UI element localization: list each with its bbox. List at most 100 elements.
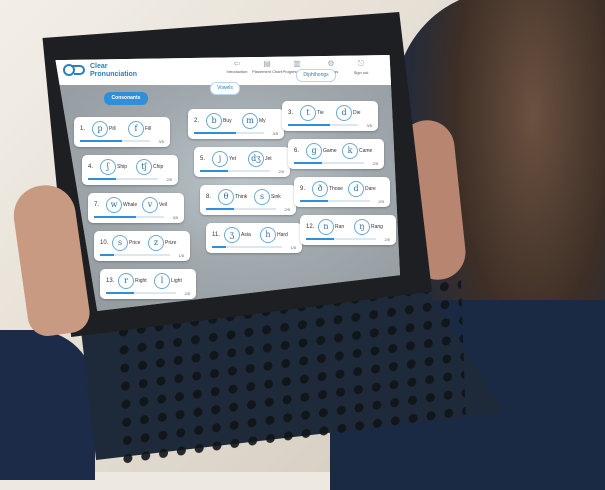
progress-bar: [288, 124, 358, 126]
sound-card[interactable]: 4. ʃ Ship tʃ Chip 2/5: [82, 155, 178, 185]
progress-fill: [300, 200, 328, 202]
progress-score: 3/5: [366, 123, 372, 128]
phoneme-symbol-button[interactable]: ð: [312, 181, 328, 197]
word-label: Asia: [241, 232, 251, 238]
phoneme-symbol-button[interactable]: l: [154, 273, 170, 289]
progress-fill: [80, 140, 122, 142]
card-number: 11.: [212, 232, 220, 238]
word-label: Die: [353, 110, 361, 116]
progress-fill: [100, 254, 114, 256]
word-label: Jet: [265, 156, 272, 162]
tab-consonants[interactable]: Consonants: [104, 92, 148, 105]
person-left-arm: [0, 330, 95, 480]
sound-card[interactable]: 3. t Tie d Die 3/5: [282, 101, 378, 131]
phoneme-symbol-button[interactable]: b: [206, 113, 222, 129]
progress-score: 2/5: [166, 177, 172, 182]
sound-card[interactable]: 13. r Right l Light 2/5: [100, 269, 196, 299]
phoneme-symbol-button[interactable]: dʒ: [248, 151, 264, 167]
phoneme-symbol-button[interactable]: ʒ: [224, 227, 240, 243]
phoneme-symbol-button[interactable]: t: [300, 105, 316, 121]
word-label: Pill: [109, 126, 116, 132]
sound-card[interactable]: 5. j Yet dʒ Jet 2/5: [194, 147, 290, 177]
phoneme-symbol-button[interactable]: r: [118, 273, 134, 289]
phoneme-symbol-button[interactable]: d: [348, 181, 364, 197]
phoneme-symbol-button[interactable]: j: [212, 151, 228, 167]
tab-diphthongs[interactable]: Diphthongs: [296, 69, 336, 82]
phoneme-symbol-button[interactable]: ʃ: [100, 159, 116, 175]
progress-fill: [106, 292, 134, 294]
word-label: Tie: [317, 110, 324, 116]
phoneme-symbol-button[interactable]: θ: [218, 189, 234, 205]
progress-fill: [294, 162, 322, 164]
sound-card[interactable]: 11. ʒ Asia h Hard 1/5: [206, 223, 302, 253]
progress-bar: [100, 254, 170, 256]
chart-icon: ▥: [293, 59, 301, 68]
word-label: Sink: [271, 194, 281, 200]
progress-score: 2/5: [284, 207, 290, 212]
word-label: Dare: [365, 186, 376, 192]
phoneme-symbol-button[interactable]: m: [242, 113, 258, 129]
nav-introduction[interactable]: ⇦ Introduction: [220, 59, 254, 74]
phoneme-symbol-button[interactable]: n: [318, 219, 334, 235]
word-label: Rang: [371, 224, 383, 230]
word-label: Fill: [145, 126, 152, 132]
card-number: 4.: [88, 164, 94, 170]
app-header: Clear Pronunciation ⇦ Introduction ▤ Pla…: [55, 55, 400, 85]
card-number: 2.: [194, 118, 200, 124]
sound-card[interactable]: 8. θ Think s Sink 2/5: [200, 185, 296, 215]
phoneme-symbol-button[interactable]: k: [342, 143, 358, 159]
word-label: My: [259, 118, 266, 124]
progress-score: 3/5: [172, 215, 178, 220]
sound-card[interactable]: 2. b Buy m My 3/5: [188, 109, 284, 139]
nav-label: Placement Chart: [252, 69, 282, 74]
phoneme-symbol-button[interactable]: p: [92, 121, 108, 137]
progress-bar: [80, 140, 150, 142]
word-label: Hard: [277, 232, 288, 238]
phoneme-symbol-button[interactable]: f: [128, 121, 144, 137]
progress-bar: [194, 132, 264, 134]
word-label: Chip: [153, 164, 164, 170]
card-number: 7.: [94, 202, 100, 208]
progress-score: 3/5: [272, 131, 278, 136]
document-icon: ▤: [263, 59, 271, 68]
progress-score: 3/5: [158, 139, 164, 144]
progress-fill: [212, 246, 226, 248]
phoneme-symbol-button[interactable]: w: [106, 197, 122, 213]
nav-sign-out[interactable]: ⎋ Sign out: [344, 59, 378, 75]
word-label: Came: [359, 148, 373, 154]
word-label: Right: [135, 278, 147, 284]
progress-bar: [212, 246, 282, 248]
phoneme-symbol-button[interactable]: d: [336, 105, 352, 121]
phoneme-symbol-button[interactable]: h: [260, 227, 276, 243]
progress-fill: [288, 124, 330, 126]
progress-fill: [88, 178, 116, 180]
phoneme-symbol-button[interactable]: g: [306, 143, 322, 159]
card-number: 10.: [100, 240, 109, 246]
tab-vowels[interactable]: Vowels: [210, 82, 240, 95]
word-label: Buy: [223, 118, 232, 124]
word-label: Ran: [335, 224, 345, 230]
phoneme-symbol-button[interactable]: s: [112, 235, 128, 251]
card-number: 6.: [294, 148, 300, 154]
progress-bar: [200, 170, 270, 172]
word-label: Veil: [159, 202, 168, 208]
sound-card[interactable]: 10. s Price z Prize 1/5: [94, 231, 190, 261]
phoneme-symbol-button[interactable]: tʃ: [136, 159, 152, 175]
sound-card[interactable]: 12. n Ran ŋ Rang 2/5: [300, 215, 396, 245]
word-label: Price: [129, 240, 141, 246]
card-number: 13.: [106, 278, 115, 284]
phoneme-symbol-button[interactable]: ŋ: [354, 219, 370, 235]
nav-placement-chart[interactable]: ▤ Placement Chart: [250, 59, 284, 74]
sound-card[interactable]: 7. w Whale v Veil 3/5: [88, 193, 184, 223]
progress-bar: [88, 178, 158, 180]
phoneme-symbol-button[interactable]: z: [148, 235, 164, 251]
card-number: 3.: [288, 110, 294, 116]
phoneme-symbol-button[interactable]: v: [142, 197, 158, 213]
sound-card[interactable]: 6. g Game k Came 2/5: [288, 139, 384, 169]
tablet-screen: Clear Pronunciation ⇦ Introduction ▤ Pla…: [55, 55, 400, 311]
progress-score: 2/5: [378, 199, 384, 204]
phoneme-symbol-button[interactable]: s: [254, 189, 270, 205]
sound-card[interactable]: 9. ð Those d Dare 2/5: [294, 177, 390, 207]
sound-card[interactable]: 1. p Pill f Fill 3/5: [74, 117, 170, 147]
progress-score: 2/5: [384, 237, 390, 242]
